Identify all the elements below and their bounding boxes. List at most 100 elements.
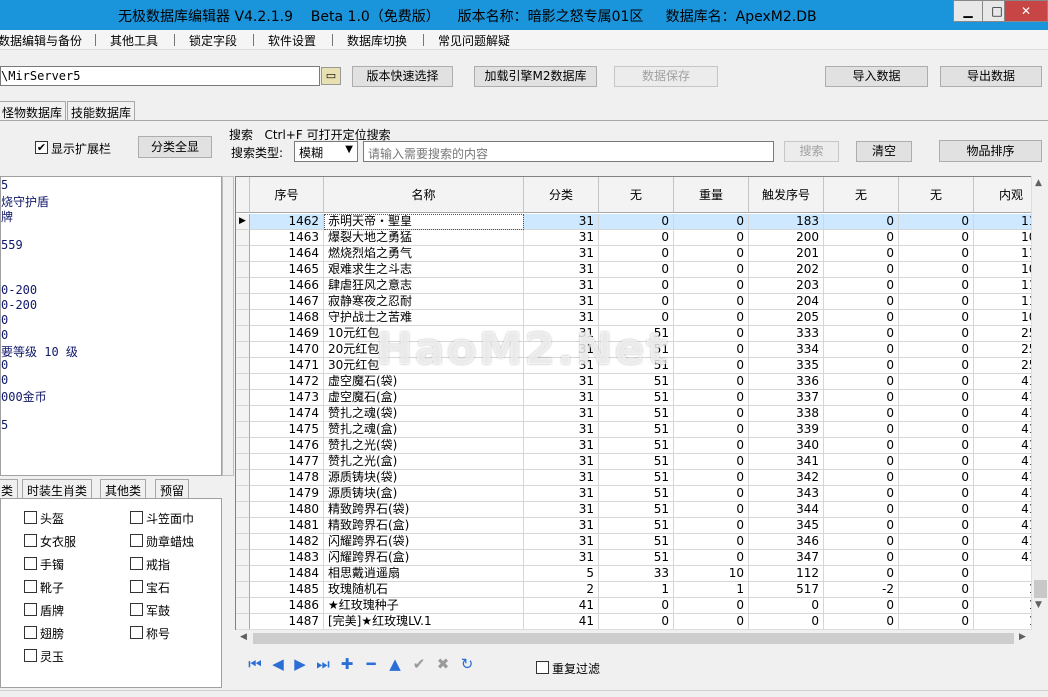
table-cell[interactable]: 0 xyxy=(824,534,899,550)
clear-button[interactable]: 清空 xyxy=(856,141,912,162)
category-checkbox[interactable] xyxy=(24,534,37,547)
table-cell[interactable]: 31 xyxy=(524,230,599,246)
tab-category-class[interactable]: 类 xyxy=(0,479,19,499)
table-cell[interactable]: 0 xyxy=(674,550,749,566)
table-cell[interactable]: 0 xyxy=(674,470,749,486)
table-cell[interactable]: 闪耀跨界石(袋) xyxy=(324,534,524,550)
table-cell[interactable]: 0 xyxy=(899,486,974,502)
table-cell[interactable]: 赞扎之魂(袋) xyxy=(324,406,524,422)
table-cell[interactable]: 0 xyxy=(674,614,749,629)
table-cell[interactable]: 1472 xyxy=(250,374,324,390)
table-cell[interactable]: 31 xyxy=(524,246,599,262)
table-cell[interactable]: 337 xyxy=(749,390,824,406)
table-row[interactable]: 1481精致跨界石(盒)3151034500416 xyxy=(236,518,1047,534)
row-indicator[interactable] xyxy=(236,246,250,262)
row-indicator[interactable] xyxy=(236,374,250,390)
table-cell[interactable]: 51 xyxy=(599,422,674,438)
row-indicator[interactable] xyxy=(236,278,250,294)
table-cell[interactable]: 0 xyxy=(674,502,749,518)
table-cell[interactable]: 517 xyxy=(749,582,824,598)
table-cell[interactable]: 51 xyxy=(599,390,674,406)
table-cell[interactable]: 51 xyxy=(599,550,674,566)
table-cell[interactable]: 341 xyxy=(749,454,824,470)
table-cell[interactable]: 0 xyxy=(899,342,974,358)
table-row[interactable]: 1473虚空魔石(盒)3151033700416 xyxy=(236,390,1047,406)
column-header[interactable]: 序号 xyxy=(250,177,324,213)
table-cell[interactable]: 0 xyxy=(824,518,899,534)
table-cell[interactable]: 0 xyxy=(674,310,749,326)
refresh-icon[interactable]: ↻ xyxy=(456,653,478,675)
table-row[interactable]: ▶1462赤明天帝・聖皇310018300115 xyxy=(236,214,1047,230)
category-checkbox[interactable] xyxy=(24,557,37,570)
table-cell[interactable]: 0 xyxy=(824,486,899,502)
table-cell[interactable]: 10 xyxy=(674,566,749,582)
table-row[interactable]: 1464燃烧烈焰之勇气310020100115 xyxy=(236,246,1047,262)
table-cell[interactable]: 0 xyxy=(599,262,674,278)
table-cell[interactable]: 燃烧烈焰之勇气 xyxy=(324,246,524,262)
edit-icon[interactable]: ▲ xyxy=(384,653,406,675)
tab-skill-db[interactable]: 技能数据库 xyxy=(67,101,136,121)
table-cell[interactable]: 1475 xyxy=(250,422,324,438)
table-cell[interactable]: 1478 xyxy=(250,470,324,486)
table-cell[interactable]: 0 xyxy=(899,470,974,486)
table-cell[interactable]: 虚空魔石(盒) xyxy=(324,390,524,406)
table-cell[interactable]: 41 xyxy=(524,614,599,629)
table-cell[interactable]: 0 xyxy=(899,614,974,629)
table-cell[interactable]: 0 xyxy=(899,422,974,438)
category-checkbox[interactable] xyxy=(130,626,143,639)
tab-monster-db[interactable]: 怪物数据库 xyxy=(0,101,67,121)
column-header[interactable]: 触发序号 xyxy=(749,177,824,213)
current-row-indicator-icon[interactable]: ▶ xyxy=(236,214,250,230)
table-cell[interactable]: 0 xyxy=(674,454,749,470)
category-checkbox[interactable] xyxy=(24,626,37,639)
table-cell[interactable]: 1482 xyxy=(250,534,324,550)
table-cell[interactable]: 31 xyxy=(524,454,599,470)
row-indicator[interactable] xyxy=(236,454,250,470)
table-cell[interactable]: 0 xyxy=(899,294,974,310)
scroll-left-icon[interactable]: ◀ xyxy=(240,632,247,642)
table-row[interactable]: 1485玫瑰随机石211517-2010 xyxy=(236,582,1047,598)
row-indicator[interactable] xyxy=(236,310,250,326)
item-data-grid[interactable]: 序号名称分类无重量触发序号无无内观▶1462赤明天帝・聖皇31001830011… xyxy=(235,176,1048,630)
table-cell[interactable]: 爆裂大地之勇猛 xyxy=(324,230,524,246)
tab-category-other[interactable]: 其他类 xyxy=(100,479,147,499)
table-cell[interactable]: 0 xyxy=(824,294,899,310)
table-cell[interactable]: 0 xyxy=(674,438,749,454)
table-cell[interactable]: 346 xyxy=(749,534,824,550)
table-cell[interactable]: 51 xyxy=(599,406,674,422)
table-cell[interactable]: 0 xyxy=(899,246,974,262)
table-cell[interactable]: 0 xyxy=(824,470,899,486)
table-cell[interactable]: 1 xyxy=(599,582,674,598)
row-indicator[interactable] xyxy=(236,518,250,534)
table-cell[interactable]: 31 xyxy=(524,214,599,230)
search-type-select[interactable]: 模糊 ▼ xyxy=(294,141,358,162)
table-cell[interactable]: 0 xyxy=(824,310,899,326)
row-indicator[interactable] xyxy=(236,390,250,406)
next-icon[interactable]: ▶ xyxy=(289,653,311,675)
table-cell[interactable]: 精致跨界石(盒) xyxy=(324,518,524,534)
first-icon[interactable]: ⏮ xyxy=(244,653,266,675)
table-cell[interactable]: 5 xyxy=(524,566,599,582)
table-cell[interactable]: 0 xyxy=(899,278,974,294)
table-cell[interactable]: 虚空魔石(袋) xyxy=(324,374,524,390)
table-cell[interactable]: 31 xyxy=(524,470,599,486)
table-cell[interactable]: 0 xyxy=(824,390,899,406)
table-row[interactable]: 1477赞扎之光(盒)3151034100416 xyxy=(236,454,1047,470)
table-cell[interactable]: 1 xyxy=(674,582,749,598)
row-indicator[interactable] xyxy=(236,486,250,502)
table-cell[interactable]: 0 xyxy=(674,294,749,310)
row-indicator[interactable] xyxy=(236,358,250,374)
table-cell[interactable]: 1474 xyxy=(250,406,324,422)
import-data-button[interactable]: 导入数据 xyxy=(825,66,928,87)
table-cell[interactable]: 31 xyxy=(524,294,599,310)
table-row[interactable]: 1465艰难求生之斗志310020200108 xyxy=(236,262,1047,278)
table-cell[interactable]: 1468 xyxy=(250,310,324,326)
table-cell[interactable]: 31 xyxy=(524,374,599,390)
table-cell[interactable]: 345 xyxy=(749,518,824,534)
table-cell[interactable]: 200 xyxy=(749,230,824,246)
table-cell[interactable]: 205 xyxy=(749,310,824,326)
table-cell[interactable]: 1464 xyxy=(250,246,324,262)
category-checkbox[interactable] xyxy=(24,580,37,593)
table-cell[interactable]: 1462 xyxy=(250,214,324,230)
table-cell[interactable]: 0 xyxy=(899,406,974,422)
